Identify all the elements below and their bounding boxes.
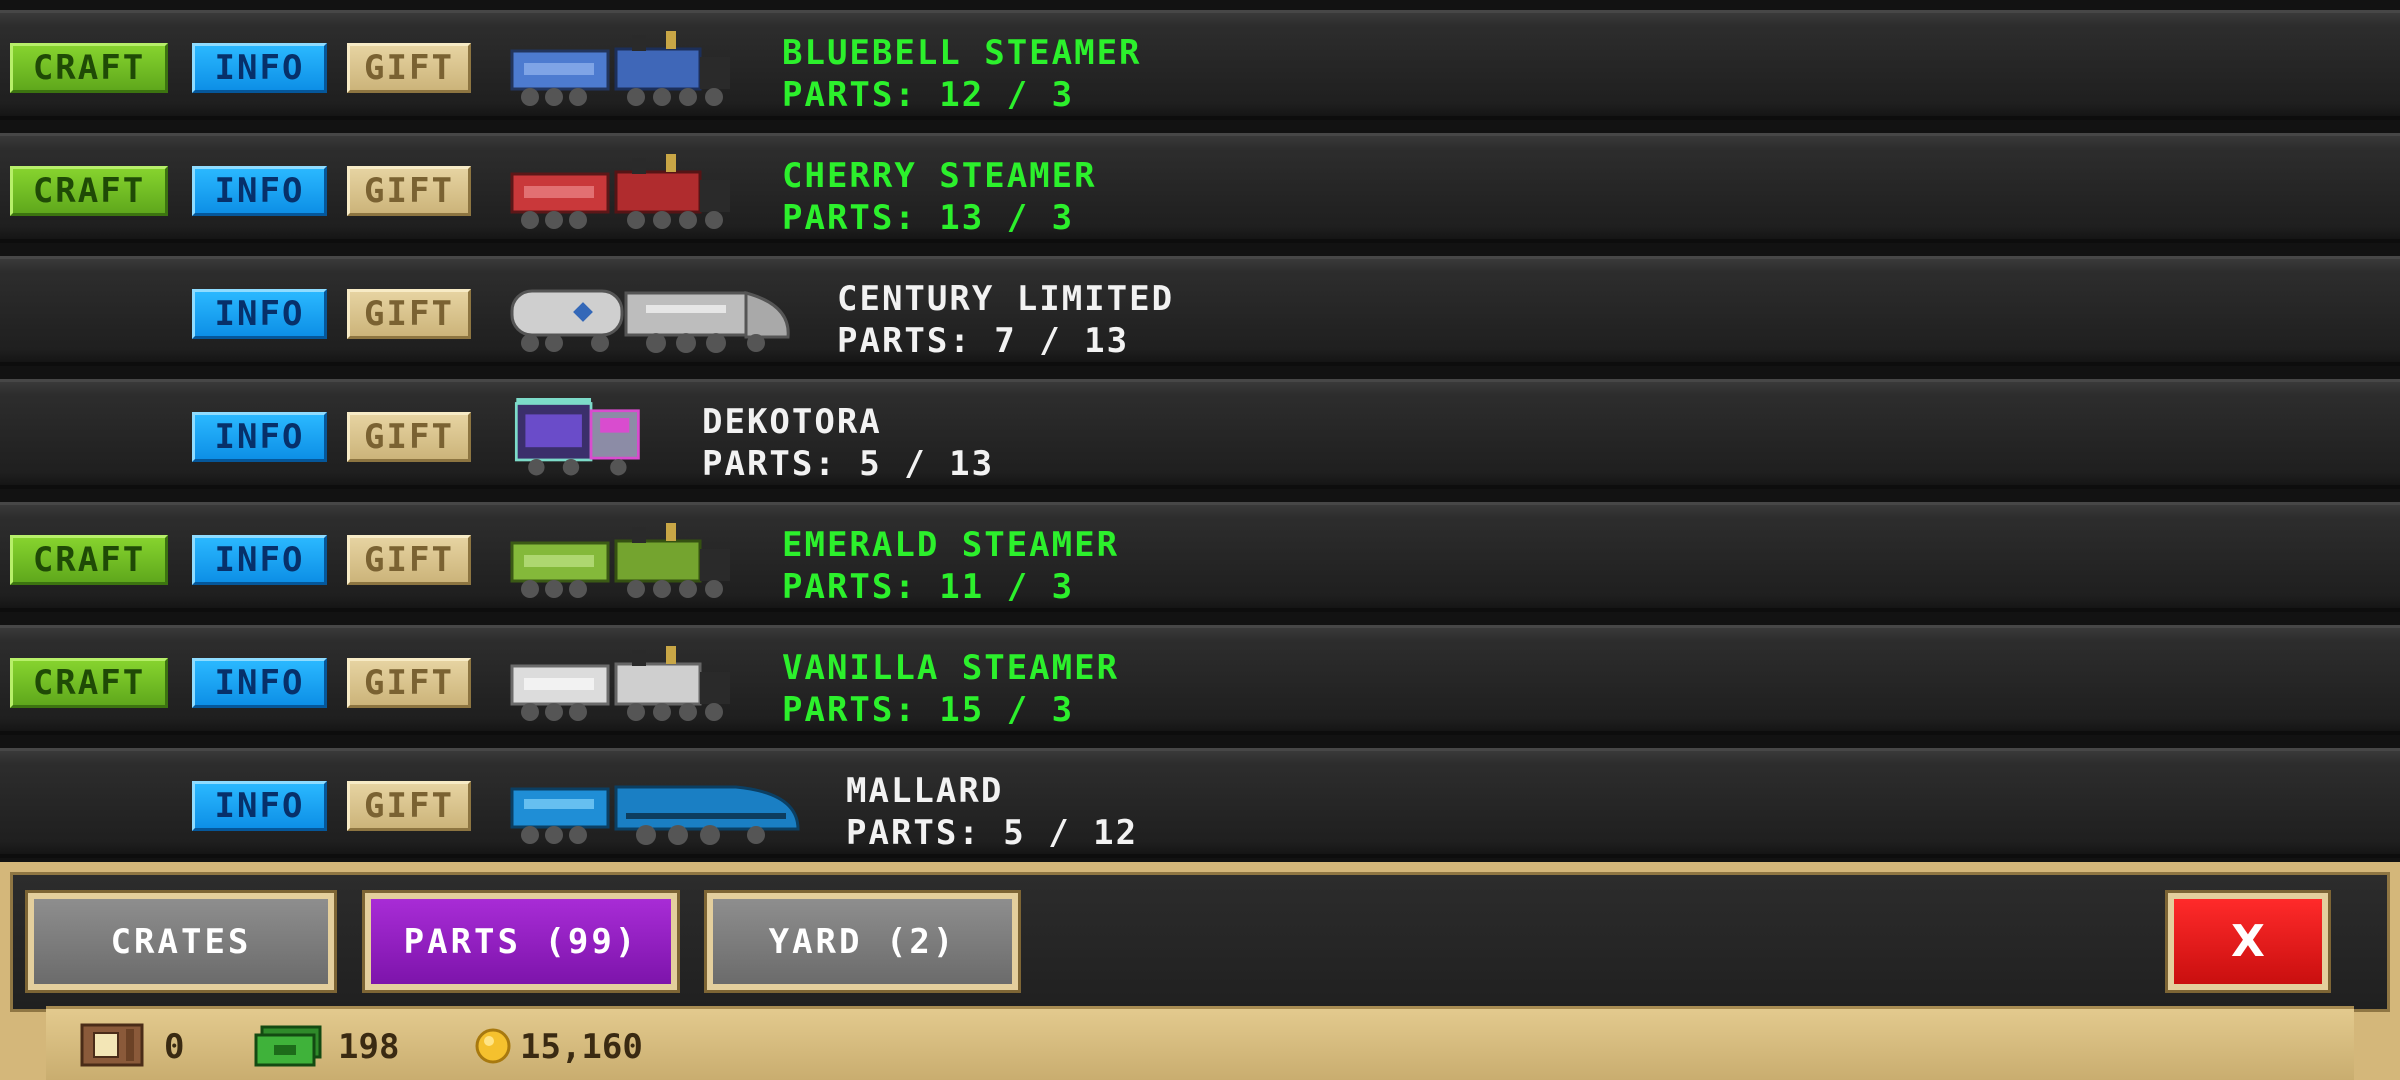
train-row-vanilla: CRAFT INFO GIFT VANILLA STEAMER PARTS: 1… [0,625,2400,735]
train-parts: PARTS: 11 / 3 [782,567,1075,607]
train-row-cherry: CRAFT INFO GIFT CHERRY STEAMER PARTS: 13… [0,133,2400,243]
info-button[interactable]: INFO [192,289,327,339]
info-button[interactable]: INFO [192,166,327,216]
tab-crates[interactable]: CRATES [25,890,337,993]
crates-count: 0 [164,1027,185,1067]
info-button[interactable]: INFO [192,43,327,93]
mallard-icon [510,785,800,845]
info-button[interactable]: INFO [192,658,327,708]
status-bar: 0 198 15,160 [46,1006,2354,1080]
craft-button[interactable]: CRAFT [10,166,168,216]
emerald-steamer-icon [510,523,730,598]
train-name: DEKOTORA [702,402,882,442]
tab-yard[interactable]: YARD (2) [704,890,1021,993]
century-limited-icon [510,289,790,353]
train-name: CHERRY STEAMER [782,156,1097,196]
cash-amount: 198 [338,1027,400,1067]
craft-button[interactable]: CRAFT [10,43,168,93]
train-row-bluebell: CRAFT INFO GIFT BLUEBELL STEAMER PARTS: … [0,10,2400,120]
train-parts: PARTS: 5 / 13 [702,444,995,484]
close-button[interactable]: X [2165,890,2331,993]
train-parts: PARTS: 7 / 13 [837,321,1130,361]
gift-button[interactable]: GIFT [347,781,471,831]
coin-amount: 15,160 [520,1027,643,1067]
train-parts: PARTS: 12 / 3 [782,75,1075,115]
info-button[interactable]: INFO [192,535,327,585]
train-parts: PARTS: 5 / 12 [846,813,1139,853]
train-name: BLUEBELL STEAMER [782,33,1142,73]
craft-button[interactable]: CRAFT [10,535,168,585]
train-name: EMERALD STEAMER [782,525,1120,565]
info-button[interactable]: INFO [192,412,327,462]
train-name: CENTURY LIMITED [837,279,1175,319]
gift-button[interactable]: GIFT [347,658,471,708]
train-row-century-limited: INFO GIFT CENTURY LIMITED PARTS: 7 / 13 [0,256,2400,366]
gift-button[interactable]: GIFT [347,289,471,339]
train-parts: PARTS: 15 / 3 [782,690,1075,730]
vanilla-steamer-icon [510,646,730,721]
craft-button[interactable]: CRAFT [10,658,168,708]
gift-button[interactable]: GIFT [347,412,471,462]
gift-button[interactable]: GIFT [347,535,471,585]
info-button[interactable]: INFO [192,781,327,831]
crate-icon [80,1023,144,1067]
train-row-mallard: INFO GIFT MALLARD PARTS: 5 / 12 [0,748,2400,858]
dekotora-icon [514,398,640,476]
cherry-steamer-icon [510,154,730,229]
coin-icon [475,1028,511,1064]
tab-parts[interactable]: PARTS (99) [362,890,680,993]
train-name: VANILLA STEAMER [782,648,1120,688]
train-row-dekotora: INFO GIFT DEKOTORA PARTS: 5 / 13 [0,379,2400,489]
cash-icon [254,1025,322,1067]
gift-button[interactable]: GIFT [347,43,471,93]
gift-button[interactable]: GIFT [347,166,471,216]
train-row-emerald: CRAFT INFO GIFT EMERALD STEAMER PARTS: 1… [0,502,2400,612]
train-parts: PARTS: 13 / 3 [782,198,1075,238]
train-name: MALLARD [846,771,1004,811]
bluebell-steamer-icon [510,31,730,106]
